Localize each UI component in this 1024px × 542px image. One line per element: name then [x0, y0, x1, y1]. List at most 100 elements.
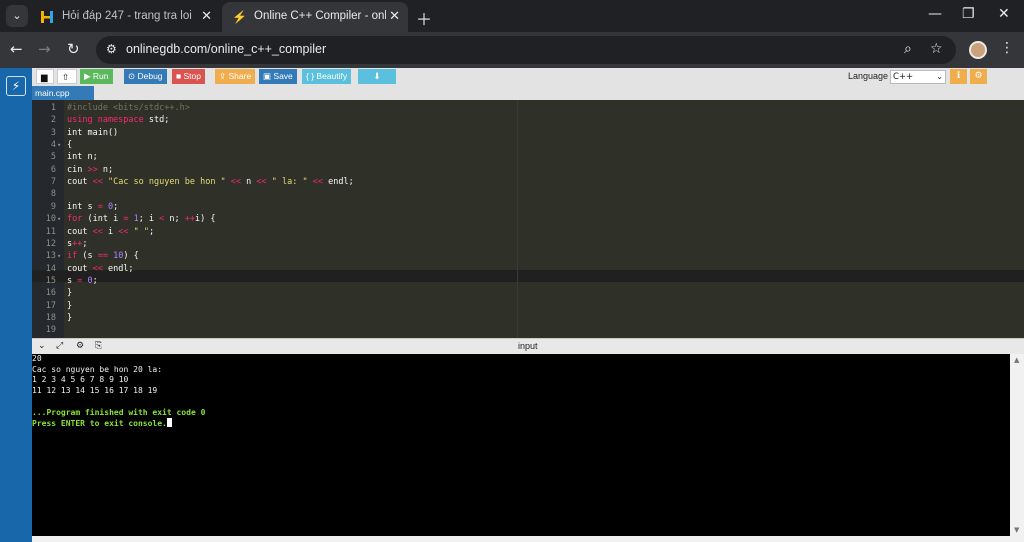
language-label: Language	[848, 71, 889, 81]
stop-button[interactable]: ■ Stop	[172, 69, 205, 84]
forward-arrow-icon[interactable]: →	[38, 40, 51, 58]
bookmark-star-icon[interactable]: ☆	[930, 41, 943, 57]
browser-toolbar: ← → ↻ ⚙ onlinegdb.com/online_c++_compile…	[0, 32, 1024, 68]
code-text: }	[67, 288, 73, 299]
fold-arrow-icon[interactable]: ▾	[57, 213, 61, 225]
profile-avatar[interactable]	[969, 41, 987, 59]
ide-toolbar: ▆ ⇧ ▶ Run ⊙ Debug ■ Stop ⇪ Share ▣ Save …	[32, 68, 1024, 86]
code-text: {	[67, 140, 73, 151]
code-line[interactable]: 1 #include <bits/stdc++.h>	[32, 102, 1024, 114]
upload-icon[interactable]: ⇧	[57, 69, 77, 84]
chevron-down-icon: ⌄	[936, 72, 943, 81]
fold-arrow-icon[interactable]: ▾	[57, 250, 61, 262]
share-button[interactable]: ⇪ Share	[215, 69, 256, 84]
line-number: 4	[50, 140, 56, 151]
beautify-button[interactable]: { } Beautify	[302, 69, 352, 84]
code-text: using namespace std;	[67, 115, 170, 126]
line-number: 3	[50, 127, 56, 138]
address-bar[interactable]: ⚙ onlinegdb.com/online_c++_compiler ⌕ ☆	[96, 36, 956, 64]
copy-icon[interactable]: ⎘	[95, 341, 102, 351]
code-line[interactable]: 6 cin >> n;	[32, 164, 1024, 176]
fold-arrow-icon[interactable]: ▾	[57, 139, 61, 151]
expand-icon[interactable]: ⤢	[56, 341, 63, 351]
code-line[interactable]: 13 ▾ if (s == 10) {	[32, 250, 1024, 262]
code-line[interactable]: 14 cout << endl;	[32, 263, 1024, 275]
line-number: 13	[45, 251, 56, 262]
code-line[interactable]: 11 cout << i << " ";	[32, 226, 1024, 238]
minimize-icon[interactable]: —	[928, 6, 942, 22]
new-tab-button[interactable]: ＋	[416, 6, 432, 30]
language-select[interactable]: C++ ⌄	[890, 70, 946, 84]
collapse-chevron-icon[interactable]: ⌄	[38, 341, 46, 351]
line-number: 18	[45, 312, 56, 323]
console-scrollbar[interactable]: ▲ ▼	[1010, 354, 1024, 536]
line-number: 17	[45, 300, 56, 311]
line-number: 10	[45, 214, 56, 225]
run-button[interactable]: ▶ Run	[80, 69, 113, 84]
line-number: 16	[45, 288, 56, 299]
close-window-icon[interactable]: ✕	[998, 6, 1010, 22]
line-number: 19	[45, 325, 56, 336]
code-line[interactable]: 9 int s = 0;	[32, 201, 1024, 213]
line-number: 5	[50, 152, 56, 163]
restore-icon[interactable]: ❐	[962, 6, 975, 22]
code-editor[interactable]: 1 #include <bits/stdc++.h> 2 using namespac…	[32, 100, 1024, 338]
close-tab-icon[interactable]: ✕	[389, 8, 400, 24]
site-info-icon[interactable]: ⚙	[106, 42, 117, 56]
reload-icon[interactable]: ↻	[67, 40, 80, 58]
line-number: 2	[50, 115, 56, 126]
code-line[interactable]: 19	[32, 324, 1024, 336]
console-line: Press ENTER to exit console.	[32, 418, 172, 429]
tab-search-button[interactable]: ⌄	[6, 5, 28, 27]
line-number: 14	[45, 263, 56, 274]
download-button[interactable]: ⬇	[358, 69, 396, 84]
gear-icon[interactable]: ⚙	[76, 341, 84, 351]
browser-tab-onlinegdb[interactable]: ⚡ Online C++ Compiler - online editor ✕	[222, 2, 408, 32]
browser-tab-hoidap[interactable]: Hỏi đáp 247 - trang tra loi ✕	[30, 2, 220, 32]
console-line: Cac so nguyen be hon 20 la:	[32, 364, 163, 374]
tab-title: Hỏi đáp 247 - trang tra loi	[62, 10, 192, 22]
code-line[interactable]: 5 int n;	[32, 151, 1024, 163]
new-file-icon[interactable]: ▆	[36, 69, 54, 84]
language-value: C++	[893, 72, 914, 82]
code-text: }	[67, 312, 73, 323]
console-line: 11 12 13 14 15 16 17 18 19	[32, 386, 158, 396]
code-line[interactable]: 3 int main()	[32, 127, 1024, 139]
code-line[interactable]: 17}	[32, 300, 1024, 312]
code-line[interactable]: 18}	[32, 312, 1024, 324]
text-cursor	[166, 418, 172, 428]
console-line: 20	[32, 354, 42, 363]
left-sidebar: ⚡	[0, 68, 32, 542]
line-number: 6	[50, 164, 56, 175]
save-button[interactable]: ▣ Save	[259, 69, 297, 84]
horizontal-scrollbar[interactable]	[32, 536, 1024, 542]
code-line[interactable]: 15 s = 0;	[32, 275, 1024, 287]
code-text: int n;	[67, 152, 98, 163]
code-line[interactable]: 16}	[32, 287, 1024, 299]
code-text: for (int i = 1; i < n; ++i) {	[67, 214, 216, 225]
gear-icon[interactable]: ⚙	[970, 69, 987, 84]
line-number: 8	[50, 189, 56, 200]
scroll-down-icon[interactable]: ▼	[1014, 526, 1019, 534]
code-line[interactable]: 4 ▾ {	[32, 139, 1024, 151]
scroll-up-icon[interactable]: ▲	[1014, 356, 1019, 364]
browser-tab-strip: ⌄ Hỏi đáp 247 - trang tra loi ✕ ⚡ Online…	[0, 0, 1024, 32]
line-number: 11	[45, 226, 56, 237]
code-line[interactable]: 10 ▾ for (int i = 1; i < n; ++i) {	[32, 213, 1024, 225]
info-icon[interactable]: ℹ	[950, 69, 967, 84]
back-arrow-icon[interactable]: ←	[10, 40, 23, 58]
code-line[interactable]: 12 s++;	[32, 238, 1024, 250]
code-text: int s = 0;	[67, 201, 119, 212]
close-tab-icon[interactable]: ✕	[201, 8, 212, 24]
url-text[interactable]: onlinegdb.com/online_c++_compiler	[126, 42, 326, 56]
browser-menu-icon[interactable]: ⋮	[1000, 40, 1014, 56]
code-line[interactable]: 8	[32, 188, 1024, 200]
code-line[interactable]: 7 cout << "Cac so nguyen be hon " << n <<…	[32, 176, 1024, 188]
file-tab-main[interactable]: main.cpp	[32, 86, 94, 100]
zoom-icon[interactable]: ⌕	[904, 41, 912, 57]
code-line[interactable]: 2 using namespace std;	[32, 114, 1024, 126]
debug-button[interactable]: ⊙ Debug	[124, 69, 167, 84]
file-tab-row: main.cpp	[32, 86, 1024, 100]
bolt-icon[interactable]: ⚡	[6, 76, 26, 96]
console-output[interactable]: 20 Cac so nguyen be hon 20 la: 1 2 3 4 5 6…	[32, 354, 1010, 536]
